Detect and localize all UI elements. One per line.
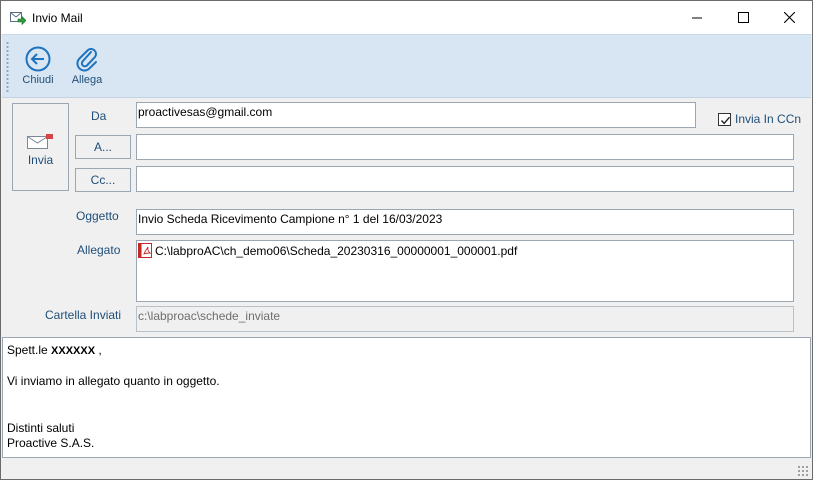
attachment-path[interactable]: C:\labproAC\ch_demo06\Scheda_20230316_00…	[155, 244, 517, 258]
body-greeting-line: Spett.le XXXXXX ,	[7, 343, 806, 359]
subject-label: Oggetto	[76, 209, 119, 223]
bcc-checkbox-box[interactable]	[718, 112, 731, 126]
body-blank-line	[7, 359, 806, 375]
to-button[interactable]: A...	[75, 135, 131, 159]
from-field[interactable]: proactivesas@gmail.com	[136, 102, 696, 128]
to-field[interactable]	[136, 134, 794, 160]
bcc-checkbox-label: Invia In CCn	[735, 112, 802, 126]
close-button[interactable]: Chiudi	[14, 43, 62, 93]
recipient-name: XXXXXX	[51, 345, 96, 357]
minimize-icon	[692, 17, 702, 18]
close-button-label: Chiudi	[22, 74, 54, 86]
mail-form: Invia Da proactivesas@gmail.com Invia In…	[2, 98, 811, 337]
window-title: Invio Mail	[32, 11, 83, 25]
toolbar-grip[interactable]	[6, 41, 9, 93]
body-blank-line	[7, 390, 806, 406]
sent-folder-label: Cartella Inviati	[45, 308, 122, 322]
attach-button-label: Allega	[71, 74, 103, 86]
sent-folder-field: c:\labproac\schede_inviate	[136, 306, 794, 332]
greeting-suffix: ,	[95, 343, 102, 357]
body-blank-line	[7, 405, 806, 421]
back-arrow-icon	[25, 46, 51, 72]
close-window-button[interactable]	[766, 1, 812, 34]
send-button[interactable]: Invia	[12, 103, 69, 191]
bcc-checkbox[interactable]: Invia In CCn	[718, 112, 801, 126]
mail-window: Invio Mail Chiudi Allega Invia Da proact…	[0, 0, 813, 480]
attach-button[interactable]: Allega	[63, 43, 111, 93]
toolbar: Chiudi Allega	[2, 34, 811, 98]
maximize-button[interactable]	[720, 1, 766, 34]
close-icon	[783, 12, 795, 23]
checkmark-icon	[720, 116, 731, 124]
mail-app-icon	[10, 11, 27, 26]
attachment-label: Allegato	[77, 243, 121, 257]
pdf-file-icon	[138, 243, 152, 258]
cc-field[interactable]	[136, 166, 794, 192]
paperclip-icon	[76, 48, 97, 72]
status-bar	[2, 459, 811, 479]
envelope-icon	[26, 134, 53, 149]
body-line-3: Distinti saluti	[7, 420, 75, 435]
body-line-4: Proactive S.A.S.	[7, 436, 95, 450]
send-button-label: Invia	[27, 153, 54, 167]
title-bar: Invio Mail	[1, 1, 812, 34]
cc-button[interactable]: Cc...	[75, 168, 131, 192]
attachment-field[interactable]: C:\labproAC\ch_demo06\Scheda_20230316_00…	[136, 240, 794, 302]
body-line-2: Vi inviamo in allegato quanto in oggetto…	[7, 374, 220, 388]
subject-field[interactable]: Invio Scheda Ricevimento Campione n° 1 d…	[136, 209, 794, 235]
resize-grip[interactable]	[797, 465, 809, 477]
greeting-prefix: Spett.le	[7, 343, 52, 357]
message-body[interactable]: Spett.le XXXXXX , Vi inviamo in allegato…	[2, 337, 811, 458]
maximize-icon	[737, 12, 749, 23]
minimize-button[interactable]	[674, 1, 720, 34]
from-label: Da	[91, 109, 107, 123]
